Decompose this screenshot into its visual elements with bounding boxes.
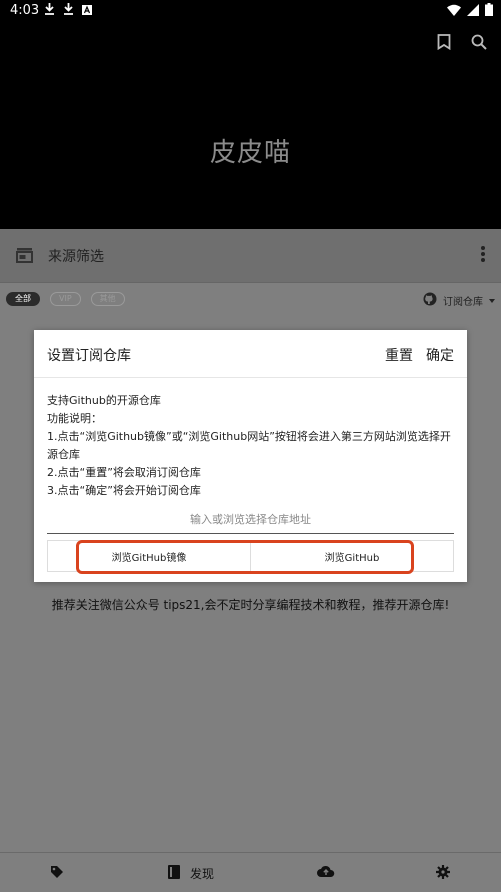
bookmark-icon[interactable] bbox=[437, 34, 451, 54]
chip-all[interactable]: 全部 bbox=[6, 292, 40, 306]
caret-down-icon bbox=[489, 295, 495, 306]
repo-url-input[interactable] bbox=[47, 506, 454, 534]
description-line: 3.点击“确定”将会开始订阅仓库 bbox=[47, 484, 201, 497]
nav-settings[interactable] bbox=[436, 865, 450, 882]
app-header: 4:03 皮皮喵 bbox=[0, 0, 501, 229]
github-icon bbox=[423, 292, 437, 309]
description-line: 功能说明： bbox=[47, 412, 102, 425]
subscribe-repo-link[interactable]: 订阅仓库 bbox=[423, 292, 495, 309]
store-icon bbox=[16, 247, 33, 263]
cloud-upload-icon bbox=[317, 865, 335, 880]
battery-icon bbox=[485, 3, 493, 20]
source-filter-label: 来源筛选 bbox=[48, 249, 104, 265]
tag-icon bbox=[50, 865, 64, 882]
search-icon[interactable] bbox=[471, 34, 487, 54]
download-icon bbox=[44, 3, 55, 19]
recommend-text: 推荐关注微信公众号 tips21,会不定时分享编程技术和教程，推荐开源仓库! bbox=[51, 598, 450, 612]
source-filter-bar: 来源筛选 bbox=[0, 229, 501, 283]
description-line: 2.点击“重置”将会取消订阅仓库 bbox=[47, 466, 201, 479]
subscribe-repo-dialog: 设置订阅仓库 重置 确定 支持Github的开源仓库 功能说明： 1.点击“浏览… bbox=[34, 330, 467, 582]
gear-icon bbox=[436, 865, 450, 882]
description-line: 1.点击“浏览Github镜像”或“浏览Github网站”按钮将会进入第三方网站… bbox=[47, 430, 451, 461]
dialog-divider bbox=[34, 377, 467, 378]
description-line: 支持Github的开源仓库 bbox=[47, 394, 161, 407]
nav-cloud-upload[interactable] bbox=[317, 865, 335, 880]
nav-tag[interactable] bbox=[50, 865, 64, 882]
chip-other[interactable]: 其他 bbox=[90, 292, 125, 306]
nav-discover-label: 发现 bbox=[190, 867, 215, 881]
signal-icon bbox=[467, 3, 479, 20]
app-title: 皮皮喵 bbox=[209, 138, 291, 168]
browse-github-mirror-button[interactable]: 浏览GitHub镜像 bbox=[48, 541, 250, 571]
book-icon bbox=[168, 865, 180, 882]
dialog-description: 支持Github的开源仓库 功能说明： 1.点击“浏览Github镜像”或“浏览… bbox=[47, 392, 459, 500]
chip-vip[interactable]: VIP bbox=[50, 292, 81, 306]
status-bar: 4:03 bbox=[0, 0, 501, 24]
status-time: 4:03 bbox=[10, 3, 40, 18]
bottom-nav: 发现 bbox=[0, 852, 501, 892]
reset-button[interactable]: 重置 bbox=[385, 345, 413, 365]
confirm-button[interactable]: 确定 bbox=[426, 345, 454, 365]
subscribe-repo-label: 订阅仓库 bbox=[443, 297, 483, 308]
nav-discover[interactable]: 发现 bbox=[168, 865, 214, 882]
a-icon bbox=[82, 4, 92, 19]
wifi-icon bbox=[447, 4, 461, 20]
filter-chips: 全部 VIP 其他 bbox=[6, 292, 125, 306]
browse-buttons: 浏览GitHub镜像 浏览GitHub bbox=[47, 540, 454, 572]
more-vert-icon[interactable] bbox=[481, 246, 485, 266]
browse-github-button[interactable]: 浏览GitHub bbox=[250, 541, 453, 571]
download-icon bbox=[63, 3, 74, 19]
dialog-title: 设置订阅仓库 bbox=[47, 348, 131, 364]
